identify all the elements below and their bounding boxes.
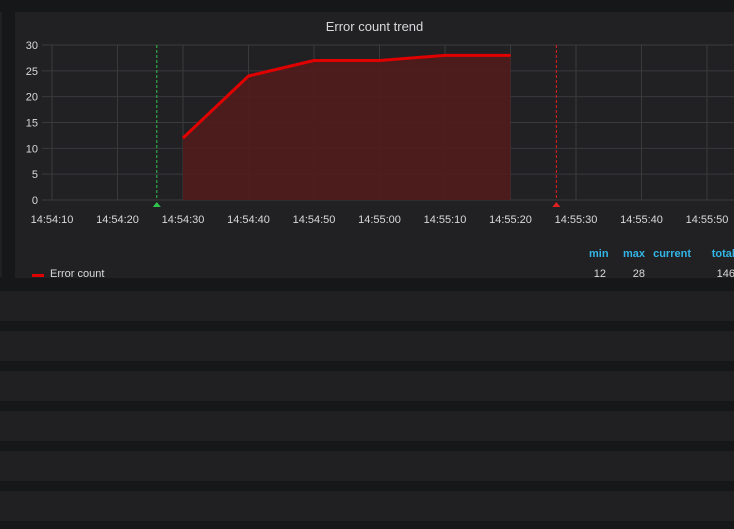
legend-header-min[interactable]: min xyxy=(589,248,609,260)
data-point xyxy=(182,137,184,139)
legend-value-total: 146 xyxy=(716,268,734,280)
y-tick-label: 30 xyxy=(26,40,38,52)
legend-header-current[interactable]: current xyxy=(651,248,691,260)
data-point xyxy=(248,75,249,77)
legend-series-label[interactable]: Error count xyxy=(50,268,104,280)
legend-value-min: 12 xyxy=(593,268,606,280)
legend-header-max[interactable]: max xyxy=(615,248,645,260)
graph-panel: Error count trend 0 5 10 15 20 25 30 14:54:10 14… xyxy=(15,12,734,280)
chart-canvas[interactable]: 0 5 10 15 20 25 30 14:54:10 14:54:20 14:54:30 14:5… xyxy=(15,12,734,278)
series-area-fill xyxy=(183,55,511,201)
legend-header-total[interactable]: total xyxy=(705,248,734,260)
x-tick-label: 14:54:40 xyxy=(227,214,270,226)
collapsed-row[interactable] xyxy=(0,451,734,481)
data-point xyxy=(510,54,511,56)
x-tick-label: 14:55:20 xyxy=(489,214,532,226)
legend-value-max: 28 xyxy=(632,268,645,280)
start-marker-icon xyxy=(152,202,161,207)
x-tick-label: 14:54:10 xyxy=(31,214,74,226)
y-tick-label: 5 xyxy=(32,169,38,181)
collapsed-row[interactable] xyxy=(0,291,734,321)
collapsed-row[interactable] xyxy=(0,411,734,441)
x-tick-label: 14:55:10 xyxy=(424,214,467,226)
data-point xyxy=(444,54,446,56)
x-tick-label: 14:55:30 xyxy=(555,214,598,226)
collapsed-row[interactable] xyxy=(0,491,734,521)
y-tick-label: 0 xyxy=(32,195,38,207)
collapsed-row[interactable] xyxy=(0,331,734,361)
y-tick-label: 25 xyxy=(26,66,38,78)
collapsed-row[interactable] xyxy=(0,371,734,401)
x-tick-label: 14:55:50 xyxy=(686,214,729,226)
y-tick-label: 10 xyxy=(26,143,38,155)
y-tick-label: 15 xyxy=(26,118,38,130)
end-marker-icon xyxy=(552,202,561,207)
x-tick-label: 14:54:20 xyxy=(96,214,139,226)
x-tick-label: 14:55:00 xyxy=(358,214,401,226)
y-tick-label: 20 xyxy=(26,92,38,104)
data-point xyxy=(313,60,315,61)
legend-series-swatch[interactable] xyxy=(32,274,44,277)
x-tick-label: 14:54:50 xyxy=(293,214,336,226)
data-point xyxy=(379,60,380,61)
x-tick-label: 14:55:40 xyxy=(620,214,663,226)
adjacent-panel-edge xyxy=(0,12,2,277)
x-tick-label: 14:54:30 xyxy=(162,214,205,226)
